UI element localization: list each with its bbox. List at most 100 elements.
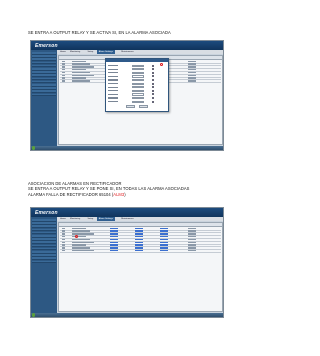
table-cell xyxy=(188,233,196,235)
dialog-row-label xyxy=(108,93,118,96)
table-link xyxy=(110,238,118,241)
table-cell xyxy=(72,80,90,82)
dialog-row-label xyxy=(108,65,118,67)
table-cell xyxy=(188,80,196,82)
dialog-row-label xyxy=(108,90,118,92)
sidebar-item xyxy=(32,58,56,61)
sidebar-item xyxy=(32,254,56,257)
table-cell xyxy=(72,233,94,235)
dialog-select xyxy=(132,86,144,89)
sidebar-item xyxy=(32,77,56,81)
taskbar xyxy=(31,146,223,150)
sidebar-item xyxy=(32,244,56,248)
table-link xyxy=(160,235,168,238)
table-link xyxy=(135,244,143,246)
menu-tab[interactable]: Home xyxy=(58,217,68,221)
output-relay-dialog xyxy=(105,58,169,112)
menu-bar: Home Monitoring Setup Alarm Settings Mainten… xyxy=(57,50,223,54)
table-cell xyxy=(72,244,86,246)
table-cell xyxy=(62,230,65,232)
app-logo: Emerson xyxy=(35,43,58,49)
sidebar-item xyxy=(32,80,56,84)
table-link xyxy=(110,233,118,235)
table-cell xyxy=(72,74,94,76)
table-row xyxy=(60,249,221,253)
table-link xyxy=(160,249,168,252)
table-cell xyxy=(62,247,65,249)
table-link xyxy=(135,227,143,229)
table-cell xyxy=(72,230,90,232)
main-panel xyxy=(58,222,223,312)
sidebar xyxy=(31,217,57,317)
table-link xyxy=(110,249,118,252)
table-cell xyxy=(72,241,94,243)
menu-tab[interactable]: Maintenance xyxy=(119,50,136,54)
table-cell xyxy=(72,227,86,229)
dialog-row-label xyxy=(108,72,118,74)
table-cell xyxy=(188,60,196,62)
menu-tab[interactable]: Alarm Settings xyxy=(96,50,115,54)
dialog-select xyxy=(132,93,144,96)
table-cell xyxy=(62,60,65,62)
table-cell xyxy=(188,230,196,232)
dialog-select xyxy=(132,71,144,75)
table-cell xyxy=(72,247,90,249)
table-link xyxy=(135,241,143,243)
dialog-select xyxy=(132,64,144,67)
table-cell xyxy=(188,238,196,241)
sidebar-item xyxy=(32,55,56,58)
app-header: Emerson xyxy=(31,41,223,50)
dialog-checkbox xyxy=(152,79,154,82)
table-link xyxy=(160,230,168,232)
sidebar xyxy=(31,50,57,150)
alarm-code-highlight: ALM3 xyxy=(113,191,125,197)
app-logo: Emerson xyxy=(35,210,58,216)
dialog-row-label xyxy=(108,75,118,78)
dialog-select xyxy=(132,100,144,103)
table-cell xyxy=(72,66,94,68)
dialog-select xyxy=(132,82,144,85)
menu-tab[interactable]: Monitoring xyxy=(68,50,82,54)
table-cell xyxy=(188,74,196,76)
start-icon xyxy=(32,313,36,317)
table-link xyxy=(160,238,168,241)
sidebar-item xyxy=(32,241,56,244)
dialog-row xyxy=(108,100,166,103)
dialog-ok-button xyxy=(126,105,135,108)
dialog-row-label xyxy=(108,68,118,70)
dialog-checkbox xyxy=(152,71,154,74)
dialog-checkbox xyxy=(152,93,154,96)
red-circle-mark xyxy=(160,62,163,66)
table-cell xyxy=(72,71,90,74)
sidebar-item xyxy=(32,222,56,225)
table-link xyxy=(135,233,143,235)
dialog-checkbox xyxy=(152,82,154,85)
dialog-title-bar xyxy=(106,59,168,63)
table-link xyxy=(135,230,143,232)
menu-tab[interactable]: Setup xyxy=(86,50,96,54)
table-cell xyxy=(62,241,65,243)
caption-output-relay: SE ENTRA A OUTPUT RELAY Y SE ACTIVA SI, … xyxy=(28,30,171,35)
dialog-row-label xyxy=(108,79,118,81)
sidebar-item xyxy=(32,61,56,65)
menu-tab[interactable]: Monitoring xyxy=(68,217,82,221)
menu-tab[interactable]: Setup xyxy=(86,217,96,221)
dialog-checkbox xyxy=(152,86,154,89)
menu-tab[interactable]: Home xyxy=(58,50,68,54)
menu-tab[interactable]: Maintenance xyxy=(119,217,136,221)
menu-tab[interactable]: Alarm Settings xyxy=(96,217,115,221)
table-cell xyxy=(188,249,196,252)
table-link xyxy=(160,233,168,235)
table-link xyxy=(160,241,168,243)
caption-line-3: ALARMA FALLA DE RECTIFICADOR 65104 (ALM3… xyxy=(28,192,189,197)
table-cell xyxy=(188,63,196,65)
dialog-select xyxy=(132,78,144,82)
table-cell xyxy=(188,235,196,238)
table-link xyxy=(135,247,143,249)
dialog-row-label xyxy=(108,83,118,85)
table-cell xyxy=(62,71,65,74)
table-link xyxy=(110,244,118,246)
table-cell xyxy=(188,241,196,243)
sidebar-item xyxy=(32,228,56,232)
table-cell xyxy=(188,244,196,246)
